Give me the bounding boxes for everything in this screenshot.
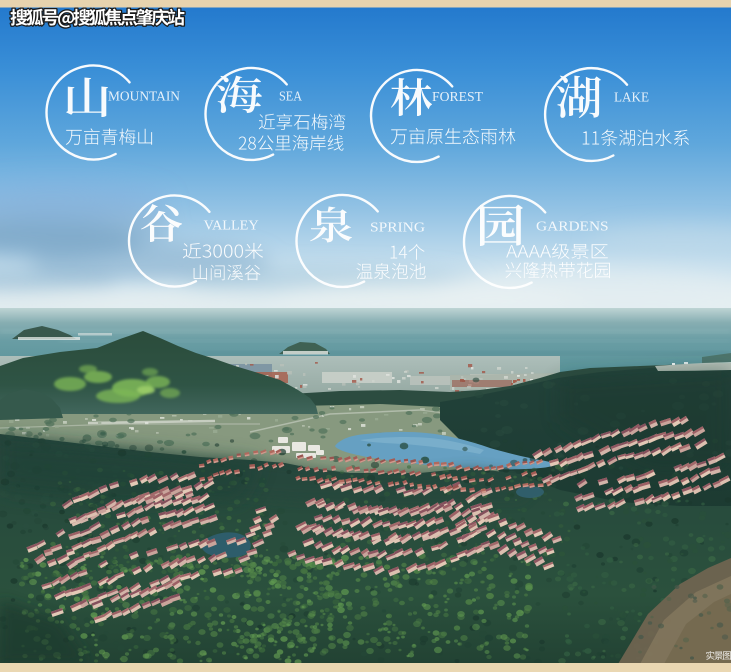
svg-text:FOREST: FOREST <box>432 90 483 105</box>
svg-text:MOUNTAIN: MOUNTAIN <box>108 90 180 105</box>
svg-text:VALLEY: VALLEY <box>204 218 259 233</box>
svg-text:GARDENS: GARDENS <box>536 220 609 235</box>
svg-text:SEA: SEA <box>279 90 303 105</box>
svg-text:LAKE: LAKE <box>614 91 649 106</box>
svg-text:SPRING: SPRING <box>370 221 425 236</box>
